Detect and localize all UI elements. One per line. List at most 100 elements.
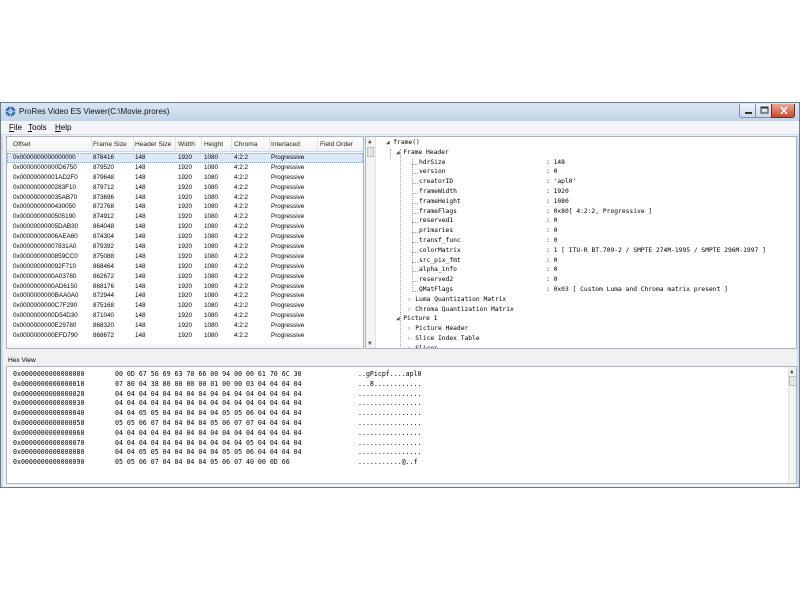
table-cell: 875168 [93, 302, 115, 310]
table-row[interactable]: 0x0000000000C7F290 875168 148 1920 1080 4:2:2… [7, 301, 363, 311]
table-row[interactable]: 0x00000000001AD2F0 879648 148 1920 1080 4:2:2… [7, 173, 363, 183]
tree-node-picture-child[interactable]: ▷ Slices [408, 345, 438, 348]
tree-field-alpha-info[interactable]: alpha_info [419, 266, 457, 273]
column-header-frame-size[interactable]: Frame Size [93, 141, 127, 148]
table-row[interactable]: 0x0000000000505190 874912 148 1920 1080 4:2:2… [7, 212, 363, 222]
table-cell: 878416 [93, 154, 115, 161]
table-row[interactable]: 0x0000000000A03780 862672 148 1920 1080 4:2:2… [7, 272, 363, 282]
table-cell: 1920 [178, 322, 193, 330]
hex-bytes: 04 04 04 04 04 04 04 04 04 04 04 04 04 0… [115, 389, 302, 398]
tree-field-transf-func[interactable]: transf_func [419, 237, 461, 244]
column-header-width[interactable]: Width [178, 141, 195, 148]
table-row[interactable]: 0x0000000000D54D30 871040 148 1920 1080 4:2:2… [7, 311, 363, 321]
table-cell: 0x0000000000430050 [13, 203, 76, 211]
column-header-interlaced[interactable]: Interlaced [271, 141, 300, 148]
hex-view[interactable]: 0x0000000000000000 00 0D 67 50 69 63 70 6… [6, 366, 797, 484]
menu-help[interactable]: Help [55, 123, 71, 132]
table-cell: 1920 [178, 163, 193, 171]
table-cell: 4:2:2 [234, 272, 249, 280]
column-header-header-size[interactable]: Header Size [135, 141, 171, 148]
table-row[interactable]: 0x0000000000EFD790 868672 148 1920 1080 4:2:2… [7, 331, 363, 341]
table-row[interactable]: 0x0000000000AD6150 868176 148 1920 1080 4:2:2… [7, 282, 363, 292]
tree-node-luma-matrix[interactable]: ▷ Luma Quantization Matrix [408, 296, 506, 303]
tree-node-picture[interactable]: ◢ Picture 1 [396, 315, 437, 322]
table-cell: 4:2:2 [234, 302, 249, 310]
tree-field-colormatrix[interactable]: colorMatrix [419, 247, 461, 254]
hex-scroll-up-icon[interactable]: ▲ [790, 368, 794, 375]
table-row[interactable]: 0x00000000007831A0 879392 148 1920 1080 4:2:2… [7, 242, 363, 252]
tree-scroll-thumb[interactable] [367, 147, 374, 157]
tree-field-version[interactable]: version [419, 168, 446, 175]
table-cell: 148 [135, 213, 146, 221]
title-bar[interactable]: ProRes Video ES Viewer(C:\Movie.prores) [1, 103, 799, 121]
hex-bytes: 04 04 04 04 04 04 04 04 04 04 04 05 04 0… [115, 438, 302, 447]
tree-field-src-pix-fmt[interactable]: src_pix_fmt [419, 257, 461, 264]
tree-field-framewidth[interactable]: frameWidth [419, 188, 457, 195]
table-cell: 868464 [93, 262, 115, 270]
scroll-up-icon[interactable]: ▲ [368, 138, 372, 145]
table-cell: Progressive [271, 262, 305, 270]
table-row[interactable]: 0x00000000005DAB30 864048 148 1920 1080 4:2:2… [7, 222, 363, 232]
tree-field-primaries[interactable]: primaries [419, 227, 453, 234]
table-row[interactable]: 0x000000000035AB70 873696 148 1920 1080 4:2:2… [7, 193, 363, 203]
frame-structure-tree[interactable]: ▲ ▼ ◢ frame() ◢ Frame Header hdrSize: 148 v… [365, 136, 797, 349]
table-cell: 873696 [93, 193, 115, 201]
table-cell: 4:2:2 [234, 262, 249, 270]
table-cell: 4:2:2 [234, 203, 249, 211]
list-horizontal-scrollbar[interactable] [7, 344, 363, 348]
table-cell: 1080 [204, 252, 219, 260]
table-cell: Progressive [271, 163, 305, 171]
minimize-button[interactable] [739, 104, 756, 118]
table-row[interactable]: 0x0000000000283F10 879712 148 1920 1080 4:2:2… [7, 183, 363, 193]
hex-bytes: 05 05 06 07 04 04 04 04 05 06 07 07 04 0… [115, 419, 302, 427]
table-row[interactable]: 0x0000000000430050 872768 148 1920 1080 4:2:2… [7, 202, 363, 212]
table-cell: 872944 [93, 292, 115, 300]
table-row[interactable]: 0x0000000000859CC0 875088 148 1920 1080 4:2:2… [7, 252, 363, 262]
tree-field-hdrsize[interactable]: hdrSize [419, 159, 446, 166]
table-cell: 1080 [204, 302, 219, 310]
menu-tools[interactable]: Tools [28, 123, 47, 132]
tree-field-frameflags[interactable]: frameFlags [419, 208, 457, 215]
maximize-button[interactable] [755, 104, 772, 118]
tree-node-frame-header[interactable]: ◢ Frame Header [396, 149, 449, 156]
hex-ascii: ................ [358, 409, 422, 418]
column-header-height[interactable]: Height [204, 141, 223, 148]
close-icon [780, 106, 788, 115]
tree-node-picture-child[interactable]: ▷ Picture Header [408, 325, 468, 332]
table-cell: 1080 [204, 203, 219, 211]
menu-file[interactable]: File [9, 123, 22, 132]
table-cell: 4:2:2 [234, 292, 249, 300]
frame-list[interactable]: Offset Frame Size Header Size Width Heig… [6, 136, 364, 349]
column-header-field-order[interactable]: Field Order [320, 141, 353, 148]
column-header-chroma[interactable]: Chroma [234, 141, 257, 148]
table-cell: 4:2:2 [234, 233, 249, 241]
tree-field-reserved2[interactable]: reserved2 [419, 276, 453, 283]
table-cell: 0x00000000007831A0 [13, 243, 77, 251]
table-row[interactable]: 0x0000000000E29780 868320 148 1920 1080 4:2:2… [7, 321, 363, 331]
tree-field-reserved1[interactable]: reserved1 [419, 217, 453, 224]
table-row[interactable]: 0x000000000092F710 868464 148 1920 1080 4:2:2… [7, 262, 363, 272]
table-cell: 148 [135, 173, 146, 181]
table-row[interactable]: 0x0000000000BAA0A0 872944 148 1920 1080 4:2:2… [7, 291, 363, 301]
scroll-down-icon[interactable]: ▼ [368, 340, 372, 347]
table-cell: 872768 [93, 203, 115, 211]
table-row[interactable]: 0x00000000006AEA60 874304 148 1920 1080 4:2:2… [7, 232, 363, 242]
tree-field-qmatflags[interactable]: QMatFlags [419, 286, 453, 293]
tree-node-frame[interactable]: ◢ frame() [386, 139, 420, 146]
tree-field-creatorid[interactable]: creatorID [419, 178, 453, 185]
close-button[interactable] [771, 104, 795, 118]
tree-field-frameheight[interactable]: frameHeight [419, 198, 461, 205]
hex-offset: 0x0000000000000010 [13, 379, 85, 388]
hex-scrollbar[interactable]: ▲ [788, 367, 796, 483]
hex-scroll-thumb[interactable] [789, 376, 796, 386]
tree-node-chroma-matrix[interactable]: ▷ Chroma Quantization Matrix [408, 306, 514, 313]
tree-scrollbar[interactable]: ▲ ▼ [366, 137, 376, 348]
table-cell: 4:2:2 [234, 282, 249, 290]
column-header-offset[interactable]: Offset [13, 141, 30, 148]
table-cell: 148 [135, 312, 146, 320]
tree-node-picture-child[interactable]: ▷ Slice Index Table [408, 335, 480, 342]
tree-node-label: Frame Header [403, 148, 449, 156]
table-row[interactable]: 0x00000000000D6750 879520 148 1920 1080 4:2:2… [7, 163, 363, 173]
table-row[interactable]: 0x0000000000000000 878416 148 1920 1080 4:2:2… [7, 153, 363, 163]
table-cell: 148 [135, 243, 146, 251]
